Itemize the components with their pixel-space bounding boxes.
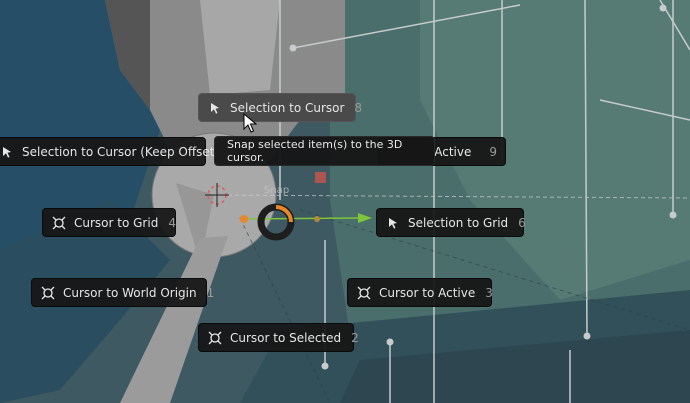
pie-item-cursor-to-world-origin[interactable]: Cursor to World Origin 1 <box>31 278 214 307</box>
pie-item-shortcut: 2 <box>351 330 359 345</box>
pie-item-label: Cursor to World Origin <box>63 285 197 300</box>
pie-item-shortcut: 9 <box>489 144 497 159</box>
pie-menu-title: Snap <box>264 185 290 196</box>
arrow-cursor-icon <box>0 145 14 159</box>
3d-cursor-icon <box>357 286 371 300</box>
pie-item-selection-to-cursor[interactable]: Selection to Cursor 8 <box>198 93 362 122</box>
arrow-cursor-icon <box>386 216 400 230</box>
pie-item-shortcut: 1 <box>206 285 215 300</box>
tooltip-text: Snap selected item(s) to the 3D cursor. <box>227 138 403 164</box>
pie-item-shortcut: 4 <box>168 215 176 230</box>
tooltip: Snap selected item(s) to the 3D cursor. <box>214 136 435 166</box>
pie-item-label: Active <box>434 144 472 159</box>
pie-item-cursor-to-selected[interactable]: Cursor to Selected 2 <box>198 323 359 352</box>
3d-cursor-icon <box>41 286 55 300</box>
arrow-cursor-icon <box>208 101 222 115</box>
pie-item-cursor-to-active[interactable]: Cursor to Active 3 <box>347 278 493 307</box>
pie-item-label: Cursor to Active <box>379 285 476 300</box>
pie-item-selection-to-cursor-keep-offset[interactable]: Selection to Cursor (Keep Offset) 7 <box>0 137 237 166</box>
pie-item-shortcut: 6 <box>518 215 526 230</box>
pie-item-shortcut: 8 <box>354 100 363 115</box>
pie-item-shortcut: 3 <box>485 285 493 300</box>
pie-item-label: Cursor to Grid <box>74 215 159 230</box>
pie-item-label: Selection to Grid <box>408 215 509 230</box>
pie-item-label: Selection to Cursor (Keep Offset) <box>22 144 220 159</box>
pie-item-label: Cursor to Selected <box>230 330 342 345</box>
pie-item-selection-to-grid[interactable]: Selection to Grid 6 <box>376 208 526 237</box>
mouse-pointer-icon <box>243 113 257 133</box>
gray-mesh-light <box>200 0 280 95</box>
pie-item-cursor-to-grid[interactable]: Cursor to Grid 4 <box>42 208 176 237</box>
3d-cursor-icon <box>52 216 66 230</box>
3d-cursor-icon <box>208 331 222 345</box>
